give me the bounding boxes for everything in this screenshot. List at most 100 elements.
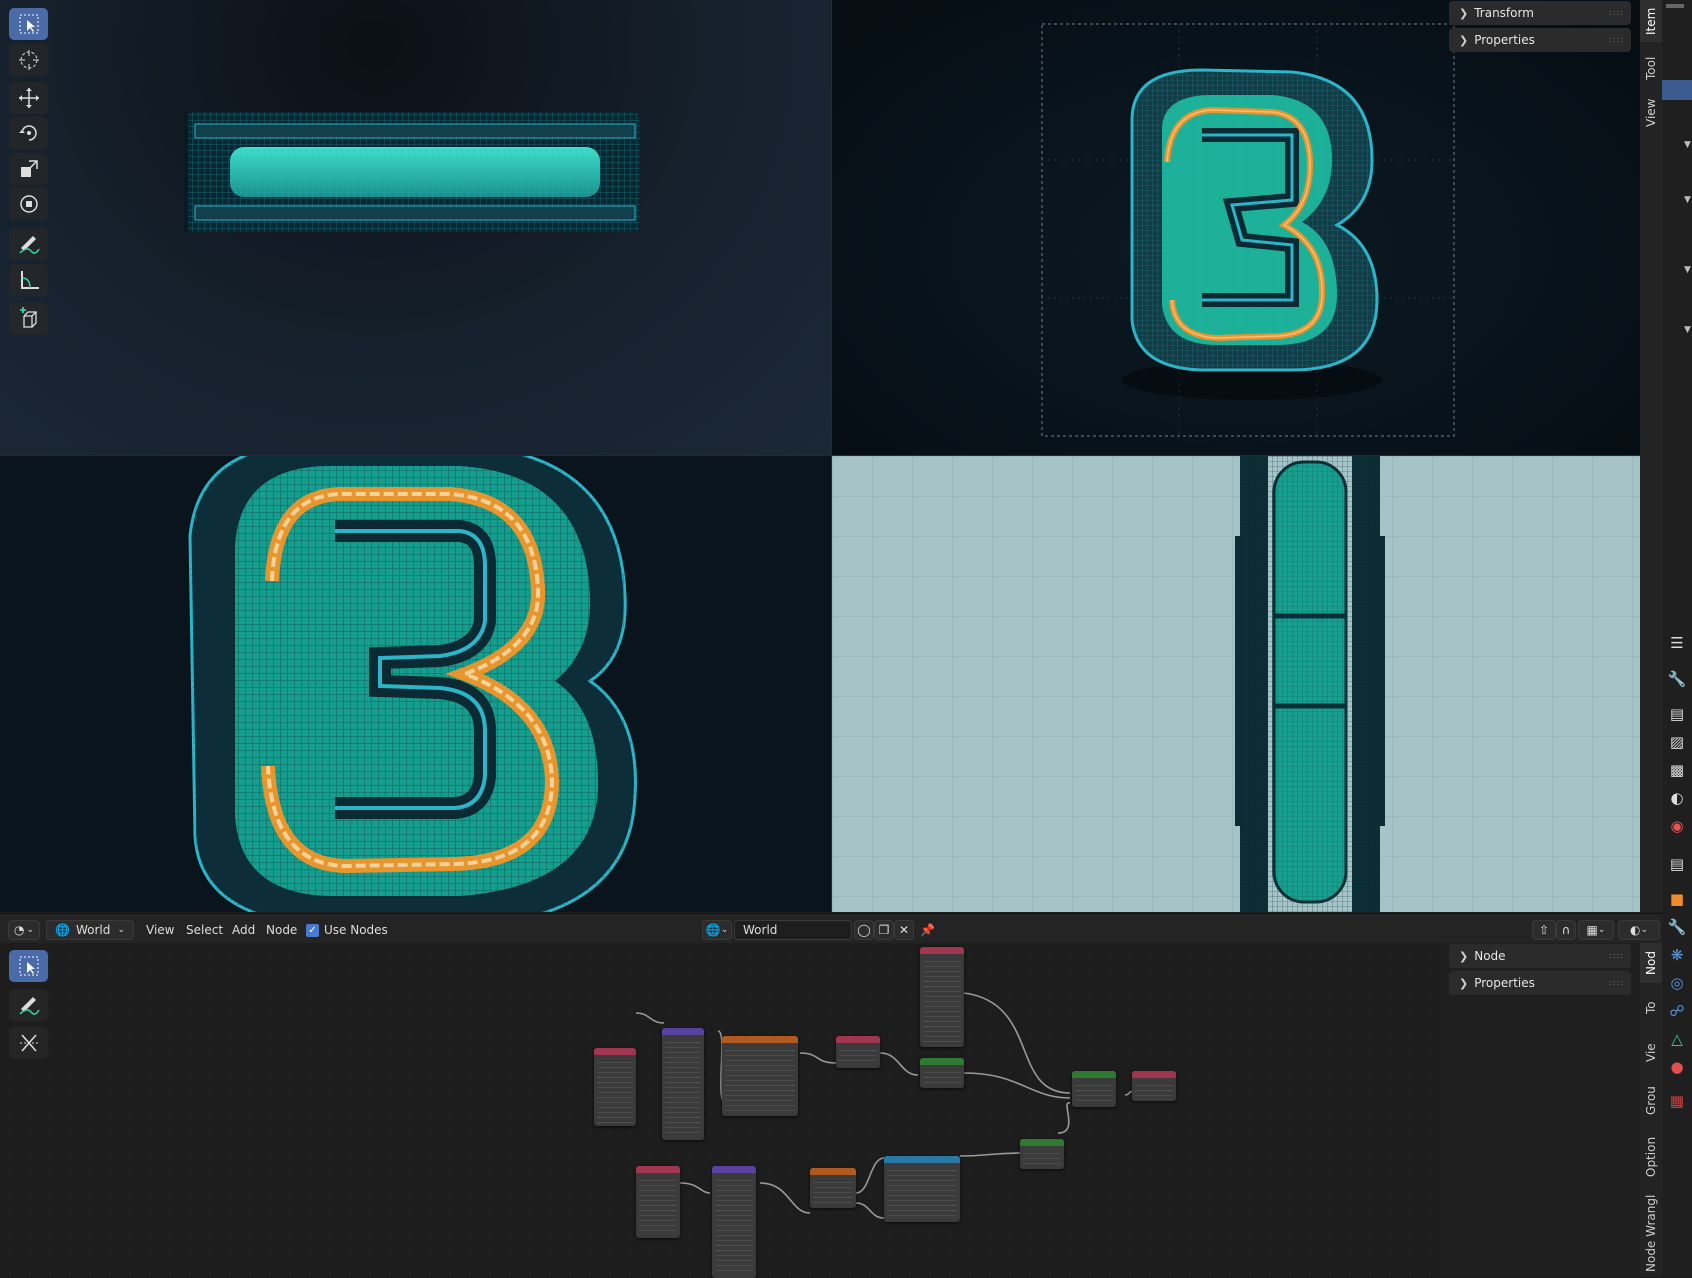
add-cube-icon[interactable] [9,303,48,335]
mapping-node[interactable] [662,1028,704,1140]
menu-view[interactable]: View [146,920,174,940]
viewport-top-left[interactable] [0,0,831,455]
annotate-icon[interactable] [9,228,48,260]
constraints-icon[interactable]: ☍ [1666,1000,1688,1022]
world-icon[interactable]: ◉ [1666,815,1688,837]
use-nodes-toggle[interactable]: ✓ Use Nodes [306,920,388,940]
duplicate-button[interactable]: ❐ [874,920,894,940]
grid-snap-icon: ▦ [1586,923,1598,937]
measure-icon[interactable] [9,264,48,296]
grip-icon[interactable]: :::: [1609,8,1624,17]
grip-icon[interactable]: :::: [1609,978,1624,987]
chevron-right-icon: ❯ [1459,976,1469,990]
front-view-mesh [184,112,640,232]
use-nodes-label: Use Nodes [324,923,388,937]
overlays-dropdown[interactable]: ◐ ⌄ [1618,920,1660,940]
viewport-side-ortho[interactable] [832,456,1640,912]
side-ortho-mesh [832,456,1640,912]
select-box-icon[interactable] [9,8,48,40]
data-icon[interactable]: △ [1666,1028,1688,1050]
shader-type-dropdown[interactable]: 🌐 World ⌄ [46,920,134,940]
menu-select[interactable]: Select [186,920,223,940]
node-editor-sidebar: ❯ Node :::: ❯ Properties :::: [1440,943,1640,1276]
world-browse-button[interactable]: 🌐 ⌄ [702,920,732,940]
scale-icon[interactable] [9,153,48,185]
fake-user-button[interactable]: ◯ [854,920,874,940]
output-icon[interactable]: ▨ [1666,731,1688,753]
grip-icon[interactable]: :::: [1609,35,1624,44]
tab-tool[interactable]: To [1640,989,1662,1027]
chevron-right-icon: ❯ [1459,33,1469,47]
tool-icon[interactable]: ☰ [1666,632,1688,654]
render-icon[interactable]: ▤ [1666,703,1688,725]
tool-settings-icon[interactable]: 🔧 [1666,668,1688,690]
tab-node-wrangler[interactable]: Node Wrangl [1640,1191,1662,1275]
world-name-field[interactable]: World [734,920,852,940]
viewport-front-ortho[interactable] [0,456,831,912]
gamma-node[interactable] [836,1036,880,1068]
tab-group[interactable]: Grou [1640,1079,1662,1123]
grip-icon[interactable]: :::: [1609,951,1624,960]
material-icon[interactable]: ● [1666,1056,1688,1078]
copy-icon: ❐ [878,923,890,937]
mix-shader-node[interactable] [1072,1071,1116,1107]
physics-icon[interactable]: ◎ [1666,972,1688,994]
camera-view-mesh [1041,23,1455,437]
viewport-separator-horizontal[interactable] [0,455,1640,456]
particles-icon[interactable]: ❋ [1666,944,1688,966]
unlink-button[interactable]: ✕ [894,920,914,940]
environment-texture-node[interactable] [722,1036,798,1116]
view-layer-icon[interactable]: ▩ [1666,759,1688,781]
parent-node-tree-button[interactable]: ⇧ [1532,920,1556,940]
tab-node[interactable]: Nod [1640,943,1662,983]
tab-item[interactable]: Item [1640,0,1662,42]
node-panel-label: Node [1474,949,1506,963]
texture-icon[interactable]: ▦ [1666,1090,1688,1112]
tab-view[interactable]: View [1640,92,1662,134]
tab-tool[interactable]: Tool [1640,48,1662,88]
world-output-node[interactable] [1132,1071,1176,1101]
snap-toggle[interactable]: ∩ [1556,920,1576,940]
viewport-camera-perspective[interactable] [832,0,1640,455]
transform-panel[interactable]: ❯ Transform :::: [1449,1,1631,25]
chevron-down-icon[interactable]: ▼ [1684,265,1691,275]
node-panel[interactable]: ❯ Node :::: [1449,944,1631,968]
area-header-icon[interactable] [1666,4,1684,8]
world-name-value: World [743,923,778,937]
color-ramp-node[interactable] [884,1156,960,1222]
scene-icon[interactable]: ◐ [1666,787,1688,809]
rotate-icon[interactable] [9,117,48,149]
light-path-node[interactable] [920,947,964,1047]
node-properties-panel[interactable]: ❯ Properties :::: [1449,971,1631,995]
properties-panel[interactable]: ❯ Properties :::: [1449,28,1631,52]
chevron-right-icon: ❯ [1459,949,1469,963]
collection-icon[interactable]: ▤ [1666,853,1688,875]
move-icon[interactable] [9,82,48,114]
object-icon[interactable]: ■ [1666,888,1688,910]
texture-coordinate-node-2[interactable] [636,1166,680,1238]
chevron-down-icon: ⌄ [26,925,35,935]
chevron-down-icon[interactable]: ▼ [1684,140,1691,150]
viewport-separator-vertical[interactable] [831,0,832,912]
snap-target-dropdown[interactable]: ▦ ⌄ [1578,920,1614,940]
node-editor-canvas[interactable] [0,943,1440,1278]
tab-options[interactable]: Option [1640,1129,1662,1185]
front-ortho-mesh [188,456,637,912]
pin-icon[interactable]: 📌 [920,920,935,940]
node-properties-panel-label: Properties [1474,976,1535,990]
node-editor-header: ◔ ⌄ 🌐 World ⌄ View Select Add Node ✓ Use … [0,913,1662,943]
chevron-down-icon[interactable]: ▼ [1684,325,1691,335]
chevron-down-icon[interactable]: ▼ [1684,195,1691,205]
texture-coordinate-node[interactable] [594,1048,636,1126]
background-node[interactable] [920,1058,964,1088]
tab-view[interactable]: Vie [1640,1033,1662,1073]
editor-type-dropdown[interactable]: ◔ ⌄ [8,920,40,940]
menu-node[interactable]: Node [266,920,297,940]
background-node-2[interactable] [1020,1139,1064,1169]
transform-icon[interactable] [9,188,48,220]
modifier-icon[interactable]: 🔧 [1666,916,1688,938]
gradient-texture-node[interactable] [810,1168,856,1208]
cursor-icon[interactable] [9,44,48,76]
menu-add[interactable]: Add [232,920,255,940]
mapping-node-2[interactable] [712,1166,756,1278]
